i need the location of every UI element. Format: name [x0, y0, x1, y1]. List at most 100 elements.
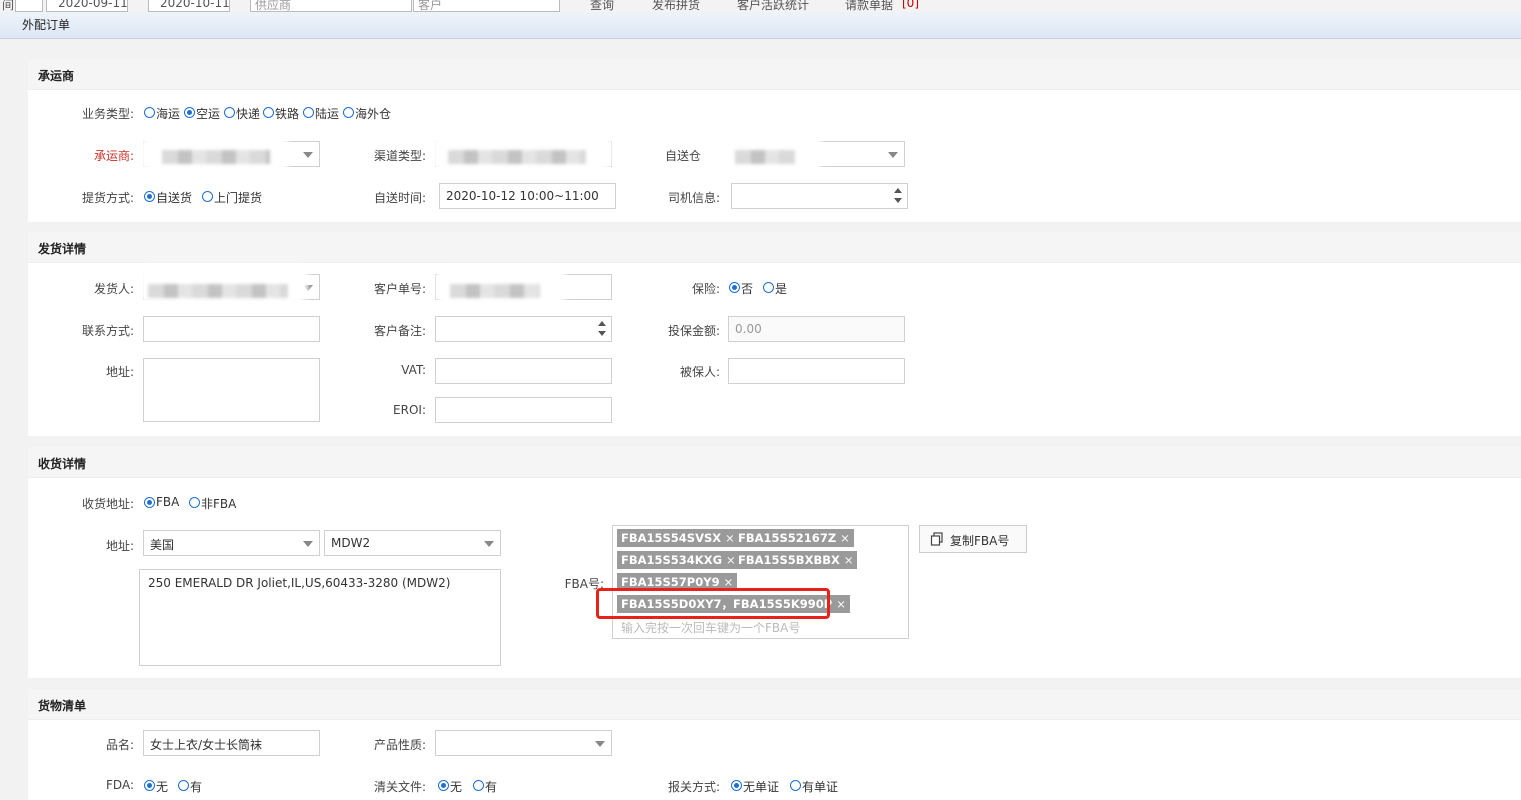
addr-type-radio-fba[interactable] [144, 497, 155, 508]
fba-tag-text: FBA15S52167Z [738, 531, 837, 545]
vat-input[interactable] [435, 358, 612, 384]
fba-input-hint: 输入完按一次回车键为一个FBA号 [621, 621, 801, 635]
shipper-address-label: 地址: [105, 365, 134, 379]
product-nature-select[interactable] [435, 730, 612, 756]
fda-radio-yes[interactable] [178, 780, 189, 791]
close-icon[interactable]: × [724, 575, 734, 589]
driver-info-label: 司机信息: [667, 191, 720, 205]
close-icon[interactable]: × [836, 597, 846, 611]
clearance-docs-label: 清关文件: [373, 780, 426, 794]
close-icon[interactable]: × [840, 531, 850, 545]
driver-info-input[interactable] [731, 183, 908, 209]
clearance-yes-label: 有 [485, 780, 498, 794]
redacted-value [162, 150, 270, 164]
customer-no-label: 客户单号: [373, 282, 426, 296]
eori-input[interactable] [435, 397, 612, 423]
shipping-section-header: 发货详情 [28, 232, 1521, 263]
insured-person-input[interactable] [728, 358, 905, 384]
biz-type-radio-express[interactable] [224, 107, 235, 118]
declare-doc-label: 有单证 [802, 780, 839, 794]
chevron-down-icon [303, 152, 313, 158]
insurance-radio-no[interactable] [729, 282, 740, 293]
eori-label: EROI: [393, 403, 426, 417]
carrier-section-title: 承运商 [38, 69, 75, 83]
clearance-no-label: 无 [450, 780, 463, 794]
filter-select[interactable] [15, 0, 43, 12]
receiving-address-textarea[interactable]: 250 EMERALD DR Joliet,IL,US,60433-3280 (… [139, 569, 501, 666]
fda-radio-no[interactable] [144, 780, 155, 791]
fba-tag: FBA15S534KXG × [617, 551, 740, 569]
fba-tag-text: FBA15S5BXBBX [738, 553, 840, 567]
spinner-icon[interactable] [893, 187, 903, 205]
chevron-down-icon [303, 541, 313, 547]
fba-tag: FBA15S52167Z × [734, 529, 854, 547]
spinner-icon[interactable] [597, 320, 607, 338]
channel-type-label: 渠道类型: [373, 149, 426, 163]
addr-type-nonfba-label: 非FBA [201, 497, 237, 511]
chevron-down-icon [595, 741, 605, 747]
clearance-radio-no[interactable] [438, 780, 449, 791]
self-delivery-time-label: 自送时间: [373, 191, 426, 205]
vat-label: VAT: [401, 363, 426, 377]
redacted-value [448, 150, 586, 164]
fda-label: FDA: [106, 778, 134, 792]
insured-amount-label: 投保金额: [667, 324, 720, 338]
insured-amount-input[interactable]: 0.00 [728, 316, 905, 342]
copy-fba-label: 复制FBA号 [950, 534, 1010, 548]
biz-type-air-label: 空运 [196, 107, 221, 121]
product-name-input[interactable]: 女士上衣/女士长筒袜 [143, 730, 320, 756]
insurance-radio-yes[interactable] [763, 282, 774, 293]
receiving-address-type-label: 收货地址: [81, 497, 134, 511]
addr-type-fba-label: FBA [156, 495, 180, 509]
biz-type-overseas-label: 海外仓 [355, 107, 392, 121]
goods-section-title: 货物清单 [38, 699, 87, 713]
pickup-radio-door[interactable] [202, 191, 213, 202]
clearance-radio-yes[interactable] [473, 780, 484, 791]
contact-label: 联系方式: [81, 324, 134, 338]
biz-type-sea-label: 海运 [156, 107, 181, 121]
customer-note-input[interactable] [435, 316, 612, 342]
copy-icon [930, 532, 943, 546]
country-select[interactable]: 美国 [143, 530, 320, 556]
biz-type-label: 业务类型: [81, 107, 134, 121]
biz-type-radio-overseas[interactable] [343, 107, 354, 118]
close-icon[interactable]: × [844, 553, 854, 567]
fba-tag: FBA15S54SVSX × [617, 529, 739, 547]
fba-tag-text: FBA15S57P0Y9 [621, 575, 720, 589]
biz-type-radio-land[interactable] [303, 107, 314, 118]
insured-person-label: 被保人: [679, 365, 720, 379]
pickup-method-label: 提货方式: [81, 191, 134, 205]
receiving-address-label: 地址: [105, 539, 134, 553]
insurance-no-label: 否 [741, 282, 754, 296]
biz-type-radio-air[interactable] [184, 107, 195, 118]
fda-no-label: 无 [156, 780, 169, 794]
warehouse-code-select[interactable]: MDW2 [324, 530, 501, 556]
date-from-value: 2020-09-11 [58, 0, 128, 10]
biz-type-radio-rail[interactable] [263, 107, 274, 118]
biz-type-land-label: 陆运 [315, 107, 340, 121]
addr-type-radio-nonfba[interactable] [189, 497, 200, 508]
shipper-address-textarea[interactable] [143, 358, 320, 422]
copy-fba-button[interactable]: 复制FBA号 [919, 525, 1027, 553]
self-delivery-time-input[interactable]: 2020-10-12 10:00~11:00 [439, 183, 616, 209]
receiving-section-header: 收货详情 [28, 447, 1521, 478]
declare-radio-nodoc[interactable] [731, 780, 742, 791]
warehouse-label: 自送仓 [665, 149, 702, 163]
carrier-label: 承运商: [93, 149, 134, 163]
carrier-section-header: 承运商 [28, 59, 1521, 90]
highlight-box [596, 588, 830, 619]
dialog-title: 外配订单 [22, 18, 71, 32]
declare-radio-doc[interactable] [790, 780, 801, 791]
warehouse-code-value: MDW2 [331, 536, 371, 550]
redacted-value [450, 284, 540, 298]
date-to-value: 2020-10-11 [160, 0, 230, 10]
chevron-down-icon [484, 541, 494, 547]
receiving-section-title: 收货详情 [38, 457, 87, 471]
pickup-radio-self[interactable] [144, 191, 155, 202]
contact-input[interactable] [143, 316, 320, 342]
biz-type-express-label: 快递 [236, 107, 261, 121]
country-value: 美国 [150, 538, 175, 552]
biz-type-radio-sea[interactable] [144, 107, 155, 118]
declare-nodoc-label: 无单证 [743, 780, 780, 794]
chevron-down-icon [888, 152, 898, 158]
